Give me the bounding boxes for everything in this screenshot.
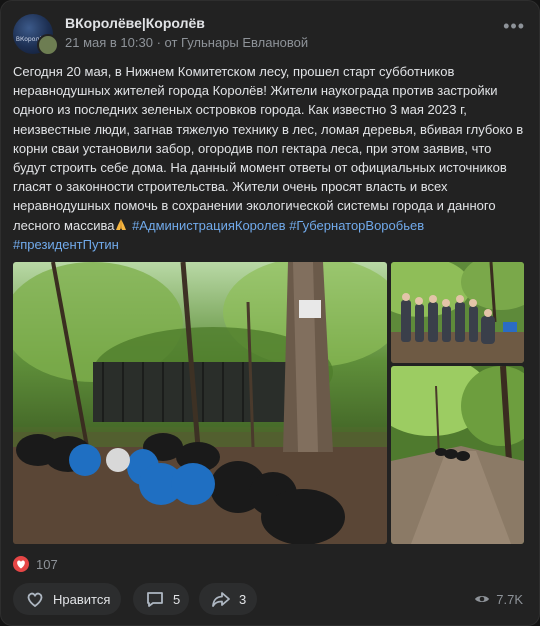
- post-card: ВКоролёве ВКоролёве|Королёв 21 мая в 10:…: [0, 0, 540, 626]
- hashtag-link[interactable]: #ГубернаторВоробьев: [289, 218, 424, 233]
- hashtag-link[interactable]: #президентПутин: [13, 237, 119, 252]
- share-count: 3: [239, 591, 247, 607]
- comment-button[interactable]: 5: [133, 583, 189, 615]
- views-counter: 7.7K: [474, 591, 523, 607]
- pray-emoji-icon: [116, 218, 127, 230]
- more-icon[interactable]: •••: [503, 17, 525, 35]
- heart-reaction-icon[interactable]: [13, 556, 29, 572]
- comment-icon: [147, 592, 163, 607]
- like-label: Нравится: [53, 591, 111, 607]
- author-avatar-badge[interactable]: [37, 34, 59, 56]
- group-name-link[interactable]: ВКоролёве|Королёв: [65, 15, 205, 31]
- post-text: Сегодня 20 мая, в Нижнем Комитетском лес…: [13, 62, 525, 254]
- reactions-count[interactable]: 107: [36, 557, 58, 572]
- volunteers-group-photo[interactable]: [391, 262, 524, 363]
- share-icon: [212, 592, 230, 607]
- eye-icon: [475, 596, 490, 602]
- post-meta: 21 мая в 10:30 · от Гульнары Евлановой: [65, 35, 308, 50]
- comment-count: 5: [173, 591, 181, 607]
- forest-path-photo[interactable]: [391, 366, 524, 544]
- like-button[interactable]: Нравится: [13, 583, 121, 615]
- hashtag-link[interactable]: #АдминистрацияКоролев: [132, 218, 286, 233]
- post-text-body: Сегодня 20 мая, в Нижнем Комитетском лес…: [13, 64, 524, 233]
- post-source[interactable]: от Гульнары Евлановой: [165, 35, 309, 50]
- forest-garbage-bags-photo[interactable]: [13, 262, 387, 544]
- post-date[interactable]: 21 мая в 10:30: [65, 35, 153, 50]
- heart-icon: [27, 592, 43, 608]
- views-count: 7.7K: [496, 591, 523, 607]
- share-button[interactable]: 3: [199, 583, 257, 615]
- meta-separator: ·: [156, 35, 165, 50]
